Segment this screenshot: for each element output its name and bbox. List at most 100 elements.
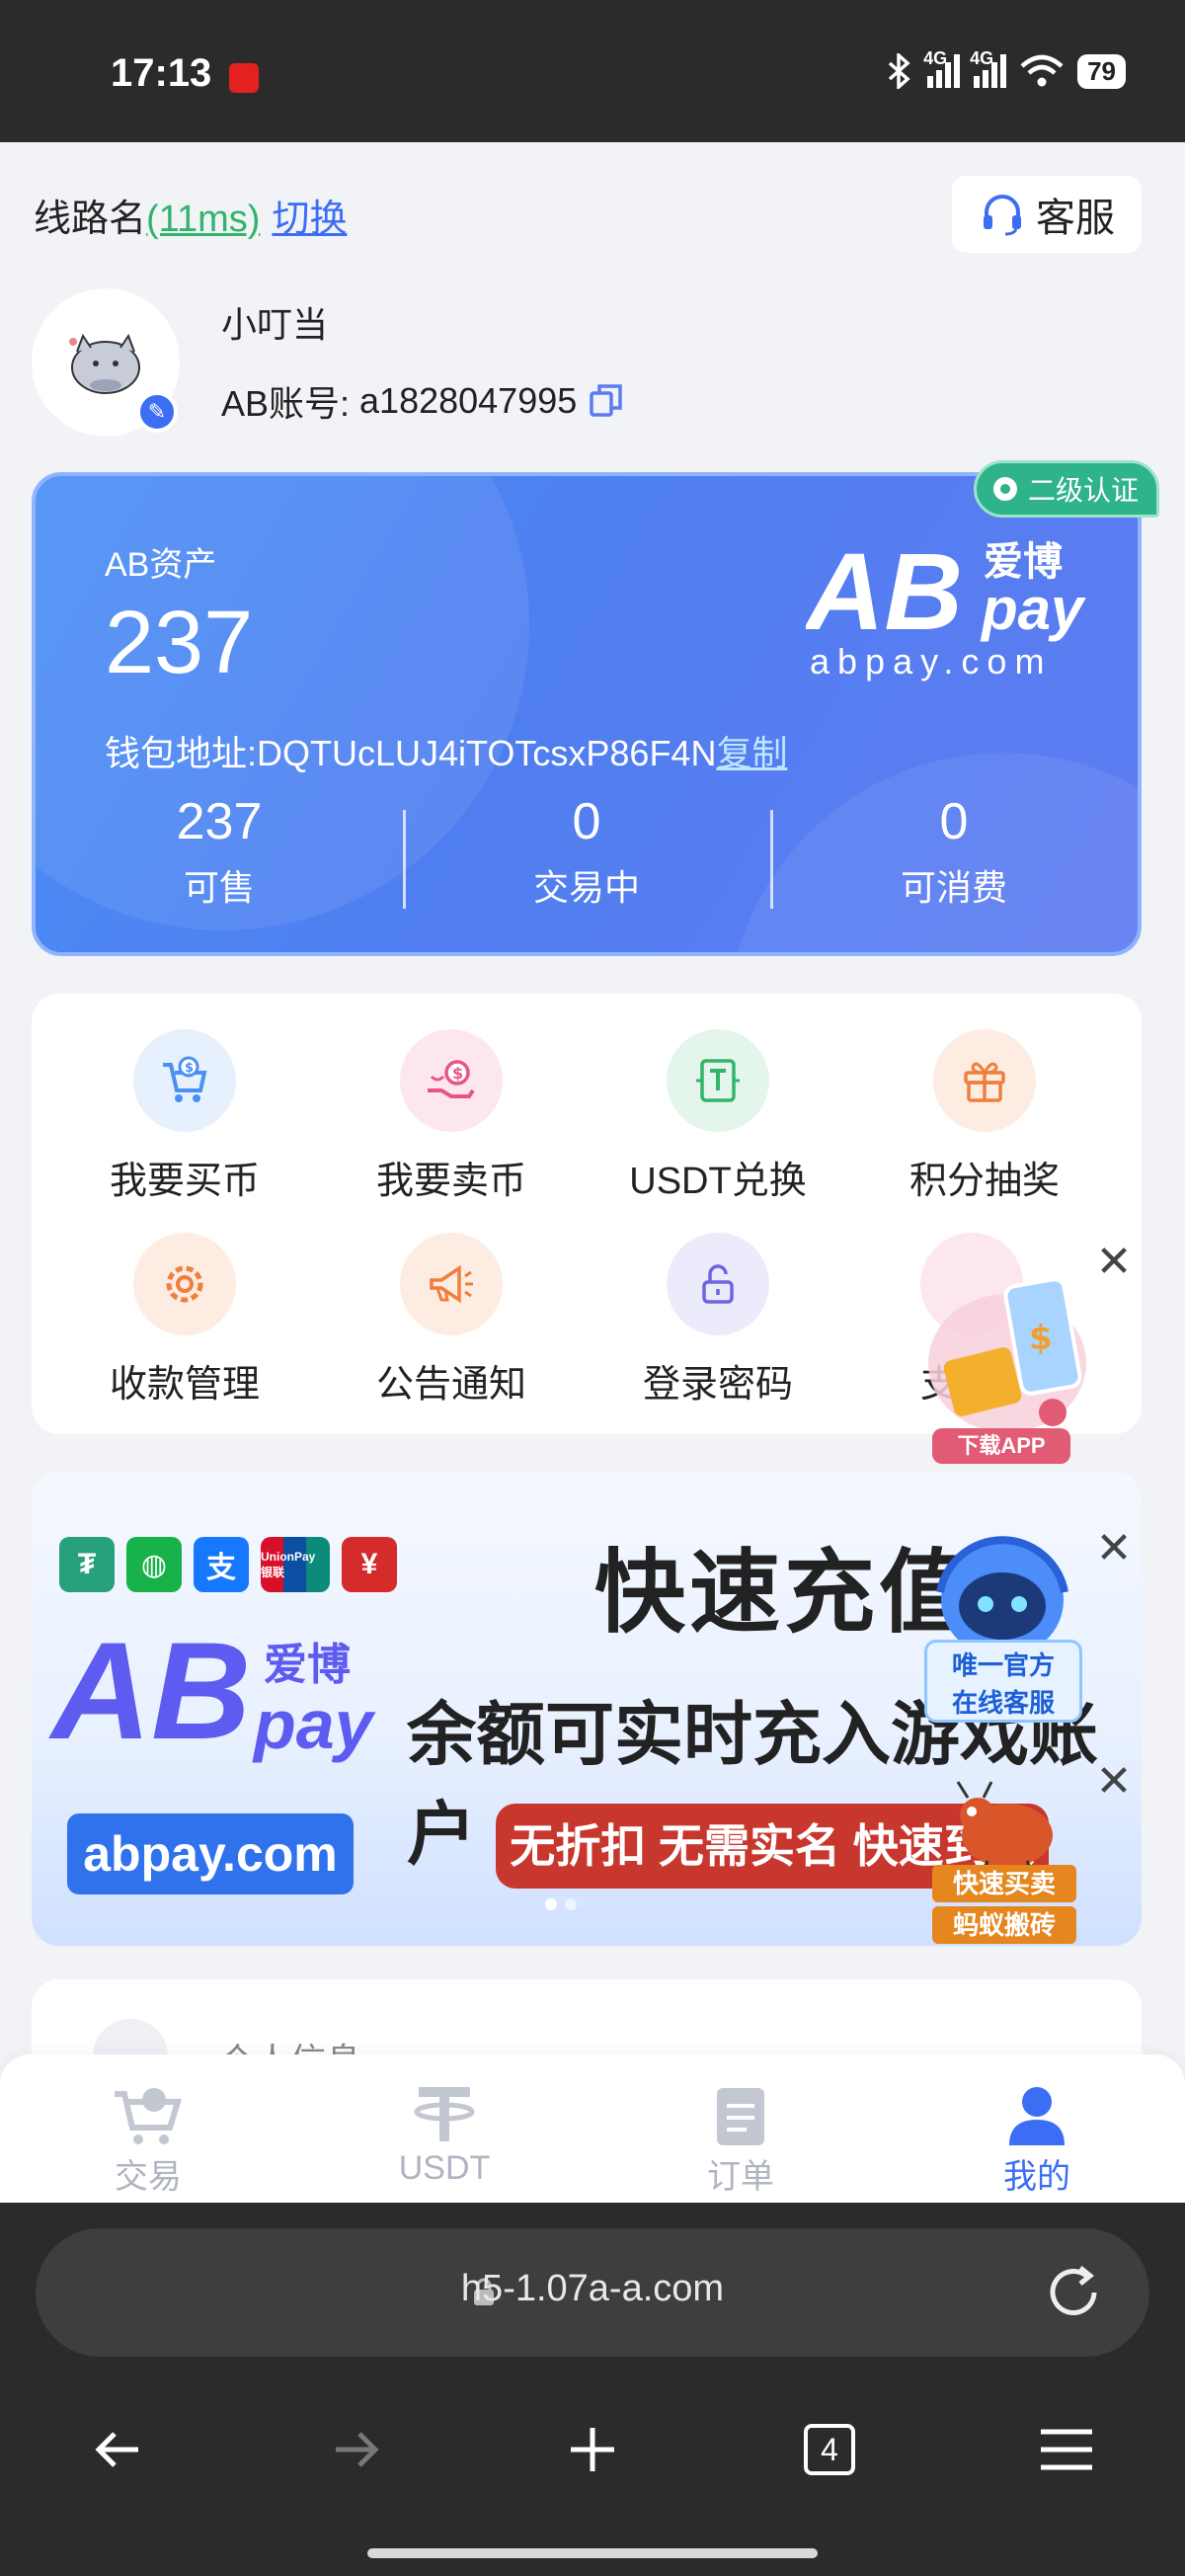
ant-line-1: 快速买卖 — [932, 1865, 1076, 1902]
account-id: a1828047995 — [359, 380, 578, 421]
hamburger-icon — [1041, 2429, 1092, 2470]
menu-label: 收款管理 — [109, 1364, 260, 1406]
banner-abpay-logo: AB 爱博 pay — [48, 1620, 376, 1768]
tab-trade[interactable]: 交易 — [0, 2054, 296, 2203]
clipboard-icon — [703, 2084, 778, 2147]
network-type-2: 4G — [970, 48, 994, 68]
wallet-label: 钱包地址: — [105, 733, 258, 773]
menu-announcements[interactable]: 公告通知 — [318, 1233, 585, 1408]
notification-app-icon — [229, 63, 259, 93]
svg-text:AB: AB — [806, 535, 963, 653]
tab-usdt[interactable]: USDT — [296, 2054, 592, 2203]
stat-label: 可消费 — [900, 867, 1007, 908]
stat-value: 0 — [572, 793, 601, 850]
cart-coin-icon: $ — [133, 1029, 236, 1132]
gear-icon — [133, 1233, 236, 1335]
close-robot-float-icon[interactable]: ✕ — [1092, 1527, 1136, 1570]
bluetooth-icon — [888, 53, 910, 89]
home-indicator[interactable] — [367, 2548, 818, 2558]
battery-indicator: 79 — [1077, 53, 1126, 89]
arrow-left-icon — [95, 2432, 138, 2467]
menu-button[interactable] — [1027, 2410, 1106, 2489]
pagination-dot — [545, 1898, 557, 1910]
banner-url: abpay.com — [67, 1813, 354, 1894]
cat-avatar-icon — [69, 333, 140, 394]
menu-label: 我要买币 — [109, 1161, 260, 1202]
tab-label: USDT — [398, 2149, 491, 2187]
megaphone-icon — [400, 1233, 503, 1335]
ecny-icon: ¥ — [342, 1537, 397, 1592]
cart-icon — [111, 2084, 186, 2147]
wifi-icon — [1020, 54, 1064, 87]
support-line-1: 唯一官方 — [951, 1650, 1055, 1680]
signal-2-icon: 4G — [970, 48, 1007, 88]
back-button[interactable] — [79, 2410, 158, 2489]
asset-value: 237 — [105, 594, 254, 692]
latency-value: (11ms) — [146, 199, 261, 240]
unionpay-icon: UnionPay 银联 — [261, 1537, 330, 1592]
status-bar: 17:13 4G 4G 79 — [0, 0, 1185, 142]
switch-line-link[interactable]: 切换 — [272, 199, 347, 240]
plus-icon — [571, 2428, 614, 2471]
tether-icon — [407, 2084, 482, 2147]
verification-label: 二级认证 — [1028, 475, 1140, 506]
close-ant-float-icon[interactable]: ✕ — [1092, 1760, 1136, 1804]
download-app-label[interactable]: 下载APP — [932, 1428, 1070, 1464]
verification-badge[interactable]: 二级认证 — [974, 460, 1160, 518]
tab-orders[interactable]: 订单 — [592, 2054, 889, 2203]
copy-icon[interactable] — [587, 381, 626, 421]
stat-available: 237 可售 — [36, 792, 403, 911]
tab-label: 订单 — [707, 2158, 774, 2196]
new-tab-button[interactable] — [553, 2410, 632, 2489]
stat-value: 237 — [176, 793, 263, 850]
banner-logo-cn: 爱博 — [264, 1640, 351, 1690]
menu-usdt-exchange[interactable]: USDT兑换 — [585, 1029, 851, 1204]
ant-brick-tag[interactable]: 快速买卖 蚂蚁搬砖 — [932, 1865, 1076, 1948]
headset-icon — [984, 195, 1021, 236]
lock-icon — [667, 1233, 769, 1335]
asset-stats: 237 可售 0 交易中 0 可消费 — [36, 792, 1138, 911]
tab-mine[interactable]: 我的 — [889, 2054, 1185, 2203]
forward-button[interactable] — [316, 2410, 395, 2489]
line-status: 线路名(11ms) 切换 — [34, 188, 347, 242]
tabs-button[interactable]: 4 — [790, 2410, 869, 2489]
pagination-dot — [565, 1898, 577, 1910]
svg-text:pay: pay — [252, 1686, 376, 1763]
line-name: 线路名 — [34, 199, 147, 240]
menu-label: 我要卖币 — [375, 1161, 526, 1202]
customer-service-button[interactable]: 客服 — [952, 176, 1142, 253]
account-label: AB账号: — [221, 383, 351, 424]
stat-consumable: 0 可消费 — [770, 792, 1138, 911]
menu-points-lottery[interactable]: 积分抽奖 — [851, 1029, 1118, 1204]
signal-1-icon: 4G — [923, 48, 961, 88]
network-type-1: 4G — [923, 48, 948, 68]
menu-payment-management[interactable]: 收款管理 — [51, 1233, 318, 1408]
menu-label: 积分抽奖 — [908, 1161, 1060, 1202]
banner-title: 快速充值 — [594, 1543, 975, 1644]
tab-count: 4 — [804, 2424, 855, 2475]
svg-text:$: $ — [185, 1061, 194, 1076]
edit-avatar-icon[interactable]: ✎ — [136, 391, 178, 433]
copy-wallet-link[interactable]: 复制 — [716, 733, 787, 773]
stat-label: 交易中 — [532, 867, 640, 908]
menu-sell-coin[interactable]: $ 我要卖币 — [318, 1029, 585, 1204]
svg-text:$: $ — [452, 1064, 463, 1083]
tether-icon: ₮ — [59, 1537, 115, 1592]
gift-icon — [933, 1029, 1036, 1132]
official-support-tag[interactable]: 唯一官方 在线客服 — [924, 1640, 1082, 1723]
asset-label: AB资产 — [105, 546, 217, 584]
status-icons: 4G 4G 79 — [886, 48, 1126, 89]
reload-icon[interactable] — [1043, 2262, 1104, 2323]
customer-service-label: 客服 — [1036, 197, 1115, 240]
browser-nav: 4 — [0, 2410, 1185, 2489]
close-float-app-icon[interactable]: ✕ — [1092, 1241, 1136, 1284]
address-bar[interactable]: h5-1.07a-a.com — [36, 2228, 1149, 2357]
menu-label: 登录密码 — [642, 1364, 793, 1406]
url-text: h5-1.07a-a.com — [460, 2268, 725, 2309]
menu-label: 公告通知 — [375, 1364, 526, 1406]
tether-exchange-icon — [667, 1029, 769, 1132]
menu-login-password[interactable]: 登录密码 — [585, 1233, 851, 1408]
menu-buy-coin[interactable]: $ 我要买币 — [51, 1029, 318, 1204]
tab-label: 交易 — [115, 2158, 182, 2196]
logo-url-text: abpay.com — [810, 641, 1052, 682]
